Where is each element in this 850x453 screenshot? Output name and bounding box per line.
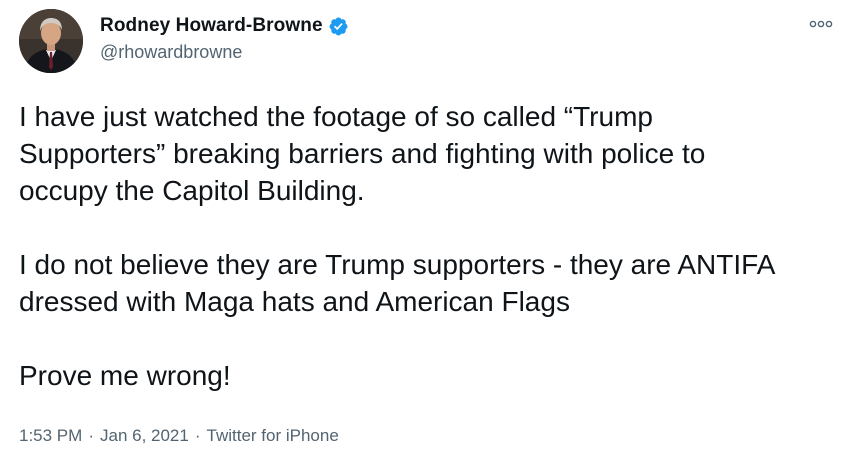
tweet-paragraph: I have just watched the footage of so ca… (19, 101, 706, 206)
display-name[interactable]: Rodney Howard-Browne (100, 15, 323, 37)
tweet: Rodney Howard-Browne @rhowardbrowne I ha… (0, 0, 850, 453)
more-options-icon[interactable] (808, 16, 834, 32)
name-row: Rodney Howard-Browne (100, 14, 349, 38)
verified-badge-icon (328, 16, 349, 37)
meta-separator: · (194, 426, 201, 445)
author-info: Rodney Howard-Browne @rhowardbrowne (100, 14, 349, 63)
tweet-meta: 1:53 PM · Jan 6, 2021 · Twitter for iPho… (19, 426, 339, 446)
tweet-paragraph: I do not believe they are Trump supporte… (19, 249, 776, 317)
handle[interactable]: @rhowardbrowne (100, 42, 349, 63)
tweet-time[interactable]: 1:53 PM (19, 426, 82, 446)
avatar[interactable] (19, 9, 83, 73)
meta-separator: · (88, 426, 94, 445)
tweet-paragraph: Prove me wrong! (19, 360, 231, 391)
avatar-image (19, 9, 83, 73)
tweet-source[interactable]: Twitter for iPhone (207, 426, 339, 446)
tweet-text: I have just watched the footage of so ca… (19, 98, 839, 394)
tweet-date[interactable]: Jan 6, 2021 (100, 426, 189, 446)
